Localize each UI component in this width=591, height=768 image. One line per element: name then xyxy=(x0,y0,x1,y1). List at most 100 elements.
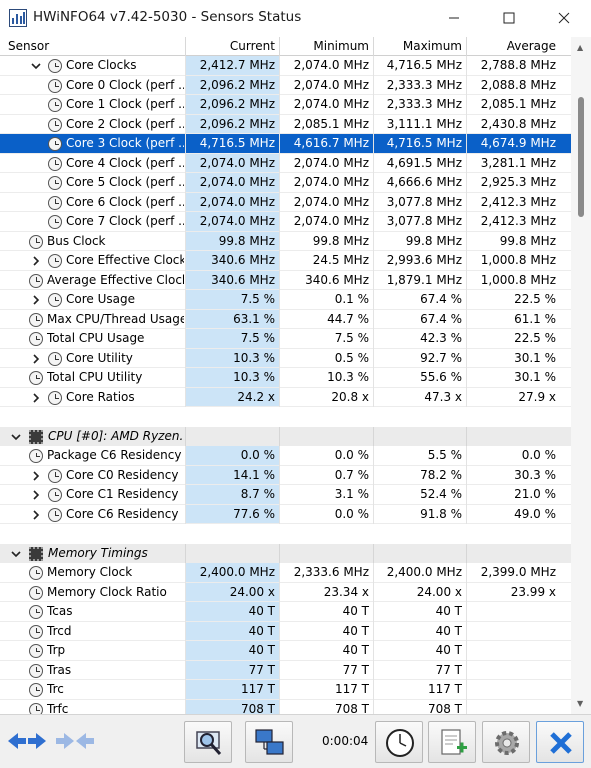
network-button[interactable] xyxy=(245,721,293,763)
clock-sensor-icon xyxy=(29,371,43,385)
sensor-row[interactable]: Core 4 Clock (perf ... 2,074.0 MHz 2,074.0… xyxy=(0,153,571,173)
chevron-right-icon[interactable] xyxy=(30,505,42,525)
sensor-minimum-value: 77 T xyxy=(342,662,369,677)
sensor-row[interactable]: Memory Clock 2,400.0 MHz 2,333.6 MHz 2,400.… xyxy=(0,563,571,583)
sensor-group-row[interactable]: Memory Timings xyxy=(0,543,571,564)
expand-arrows-button[interactable] xyxy=(8,731,48,754)
sensor-average-value: 61.1 % xyxy=(514,311,556,326)
sensor-row[interactable]: Core 7 Clock (perf ... 2,074.0 MHz 2,074.0… xyxy=(0,212,571,232)
sensor-minimum-value: 2,074.0 MHz xyxy=(293,77,369,92)
sensor-maximum-value: 52.4 % xyxy=(420,487,462,501)
clock-sensor-icon xyxy=(48,293,62,307)
settings-button[interactable] xyxy=(482,721,530,763)
sensor-row[interactable]: Average Effective Clock 340.6 MHz 340.6 MH… xyxy=(0,270,571,290)
chevron-right-icon[interactable] xyxy=(30,388,42,408)
scroll-down-icon[interactable]: ▼ xyxy=(577,699,583,708)
minimize-icon xyxy=(449,17,459,19)
chevron-right-icon[interactable] xyxy=(30,466,42,486)
sensor-name: Tcas xyxy=(47,604,73,618)
sensor-current-value: 40 T xyxy=(248,643,275,657)
sensor-row[interactable]: Core C6 Residency 77.6 % 0.0 % 91.8 % 49.0 % xyxy=(0,504,571,525)
sensor-row[interactable]: Max CPU/Thread Usage 63.1 % 44.7 % 67.4 % 61… xyxy=(0,309,571,329)
add-report-button[interactable] xyxy=(428,721,476,763)
sensor-minimum-value: 20.8 x xyxy=(331,389,369,404)
sensor-row[interactable]: Core 2 Clock (perf ... 2,096.2 MHz 2,085.1… xyxy=(0,114,571,134)
sensor-current-value: 2,096.2 MHz xyxy=(199,116,275,131)
header-sensor[interactable]: Sensor xyxy=(8,37,49,56)
reset-timer-button[interactable] xyxy=(375,721,423,763)
scroll-up-icon[interactable]: ▲ xyxy=(577,43,583,52)
sensor-row[interactable]: Core C1 Residency 8.7 % 3.1 % 52.4 % 21.0 % xyxy=(0,485,571,505)
sensor-minimum-value: 3.1 % xyxy=(334,487,369,501)
sensor-row[interactable]: Trfc 708 T 708 T 708 T xyxy=(0,699,571,715)
sensor-row[interactable]: Tras 77 T 77 T 77 T xyxy=(0,660,571,680)
sensor-current-value: 99.8 MHz xyxy=(218,233,275,248)
chip-icon xyxy=(29,546,43,561)
sensor-group-row[interactable]: CPU [#0]: AMD Ryzen... xyxy=(0,426,571,447)
chevron-right-icon[interactable] xyxy=(30,290,42,310)
sensor-row[interactable]: Package C6 Residency 0.0 % 0.0 % 5.5 % 0.0 % xyxy=(0,446,571,466)
maximize-button[interactable] xyxy=(486,0,532,37)
add-report-icon xyxy=(441,729,467,755)
sensor-average-value: 2,412.3 MHz xyxy=(480,214,556,228)
sensor-minimum-value: 99.8 MHz xyxy=(312,233,369,248)
sensor-average-value: 2,430.8 MHz xyxy=(480,116,556,131)
sensor-row[interactable]: Core 1 Clock (perf ... 2,096.2 MHz 2,074.0… xyxy=(0,95,571,115)
sensor-current-value: 8.7 % xyxy=(240,487,275,501)
sensor-maximum-value: 2,400.0 MHz xyxy=(386,565,462,579)
sensor-average-value: 30.1 % xyxy=(514,350,556,365)
header-current[interactable]: Current xyxy=(186,37,275,56)
sensor-row[interactable]: Core 6 Clock (perf ... 2,074.0 MHz 2,074.0… xyxy=(0,192,571,212)
sensor-row[interactable]: Trp 40 T 40 T 40 T xyxy=(0,641,571,661)
sensor-row[interactable]: Trc 117 T 117 T 117 T xyxy=(0,680,571,700)
sensor-name: Core 5 Clock (perf ... xyxy=(66,175,184,189)
clock-sensor-icon xyxy=(29,663,43,678)
sensor-average-value: 2,788.8 MHz xyxy=(480,58,556,72)
sensor-row[interactable]: Bus Clock 99.8 MHz 99.8 MHz 99.8 MHz 99.8 MH… xyxy=(0,231,571,251)
header-average[interactable]: Average xyxy=(467,37,556,56)
header-minimum[interactable]: Minimum xyxy=(280,37,369,56)
clock-reset-icon xyxy=(386,729,414,757)
sensor-name: Core 3 Clock (perf ... xyxy=(66,136,184,150)
chevron-right-icon[interactable] xyxy=(30,251,42,271)
sensor-maximum-value: 708 T xyxy=(427,701,462,715)
chevron-down-icon[interactable] xyxy=(30,56,42,76)
sensor-minimum-value: 40 T xyxy=(342,623,369,638)
collapse-arrows-button[interactable] xyxy=(56,731,96,754)
chevron-right-icon[interactable] xyxy=(30,485,42,505)
header-maximum[interactable]: Maximum xyxy=(374,37,462,56)
chevron-down-icon[interactable] xyxy=(10,544,22,564)
sensor-row[interactable]: Core Ratios 24.2 x 20.8 x 47.3 x 27.9 x xyxy=(0,387,571,408)
sensor-average-value xyxy=(467,680,556,700)
sensor-row[interactable]: Core 5 Clock (perf ... 2,074.0 MHz 2,074.0… xyxy=(0,173,571,193)
chevron-right-icon[interactable] xyxy=(30,349,42,369)
sensor-row[interactable]: Core Clocks 2,412.7 MHz 2,074.0 MHz 4,716.5… xyxy=(0,56,571,76)
clock-sensor-icon xyxy=(29,702,43,714)
sensor-name: Core 2 Clock (perf ... xyxy=(66,116,184,131)
sensor-row[interactable]: Total CPU Usage 7.5 % 7.5 % 42.3 % 22.5 % xyxy=(0,329,571,349)
sensor-row[interactable]: Trcd 40 T 40 T 40 T xyxy=(0,621,571,641)
sensor-current-value: 10.3 % xyxy=(233,370,275,384)
sensor-search-button[interactable] xyxy=(184,721,232,763)
sensor-current-value: 708 T xyxy=(240,701,275,715)
minimize-button[interactable] xyxy=(431,0,477,37)
sensor-current-value: 24.00 x xyxy=(229,584,275,599)
sensor-row[interactable]: Memory Clock Ratio 24.00 x 23.34 x 24.00 x 2… xyxy=(0,582,571,602)
sensor-row[interactable]: Core Effective Clocks 340.6 MHz 24.5 MHz 2,… xyxy=(0,251,571,271)
scrollbar-thumb[interactable] xyxy=(578,97,584,217)
sensor-row[interactable]: Total CPU Utility 10.3 % 10.3 % 55.6 % 30.1 … xyxy=(0,368,571,388)
sensor-row[interactable]: Core C0 Residency 14.1 % 0.7 % 78.2 % 30.3 % xyxy=(0,465,571,486)
sensor-row[interactable]: Core Usage 7.5 % 0.1 % 67.4 % 22.5 % xyxy=(0,290,571,310)
chevron-down-icon[interactable] xyxy=(10,427,22,447)
clock-sensor-icon xyxy=(48,117,62,132)
sensor-row[interactable]: Tcas 40 T 40 T 40 T xyxy=(0,602,571,622)
sensor-row[interactable]: Core 0 Clock (perf ... 2,096.2 MHz 2,074.0… xyxy=(0,75,571,95)
vertical-scrollbar[interactable]: ▲ ▼ xyxy=(571,37,591,714)
close-window-button[interactable] xyxy=(541,0,587,37)
column-header: Sensor Current Minimum Maximum Average xyxy=(0,37,571,56)
sensor-name: Core 6 Clock (perf ... xyxy=(66,194,184,209)
sensor-row[interactable]: Core 3 Clock (perf ... 4,716.5 MHz 4,616.7… xyxy=(0,134,571,154)
close-icon xyxy=(558,12,570,24)
close-sensors-button[interactable] xyxy=(536,721,584,763)
sensor-row[interactable]: Core Utility 10.3 % 0.5 % 92.7 % 30.1 % xyxy=(0,348,571,369)
